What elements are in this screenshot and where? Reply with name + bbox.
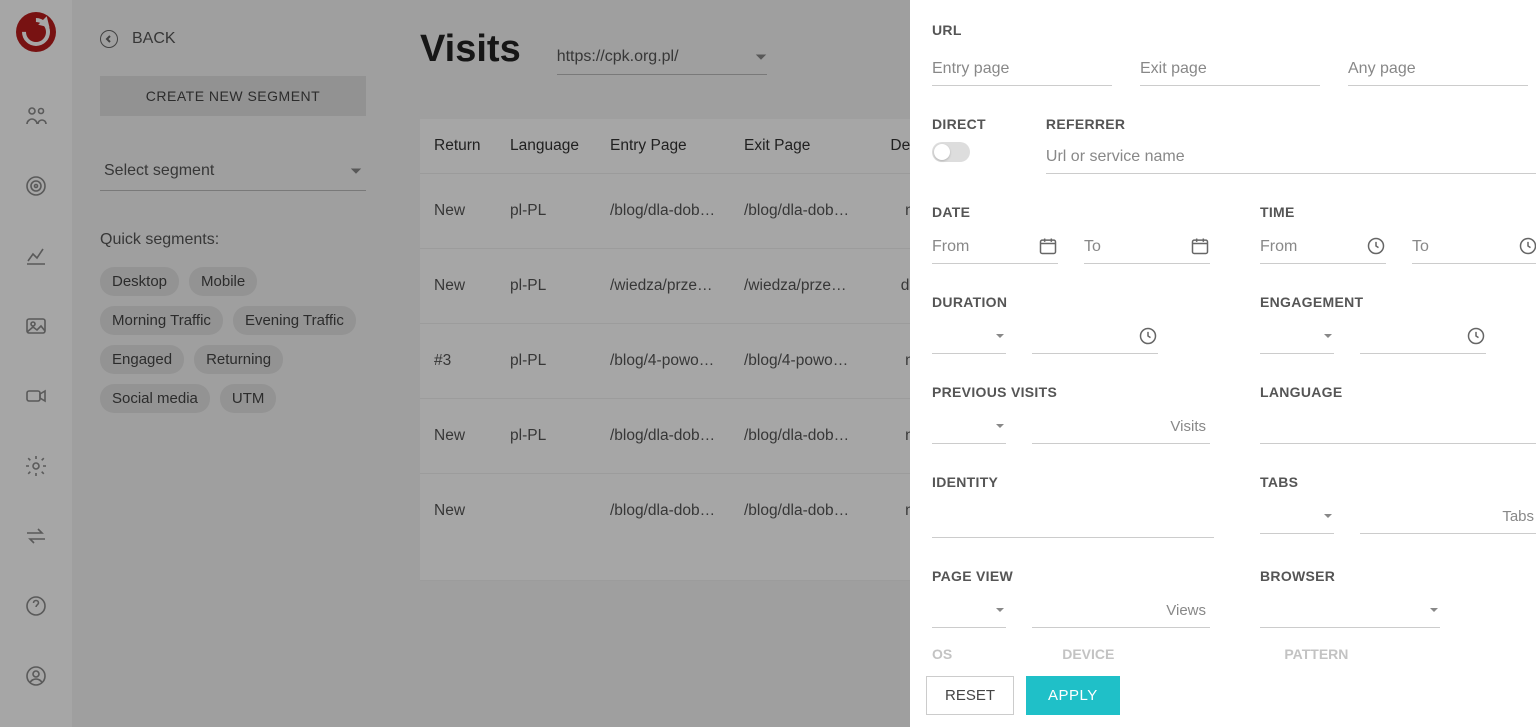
pageview-label: PAGE VIEW — [932, 568, 1214, 584]
referrer-input[interactable] — [1046, 140, 1536, 174]
duration-label: DURATION — [932, 294, 1214, 310]
direct-toggle[interactable] — [932, 142, 970, 162]
pageview-operator-select[interactable] — [932, 594, 1006, 628]
filter-drawer: URL DIRECT REFERRER DATE TIME — [910, 0, 1536, 727]
url-section-label: URL — [932, 22, 1536, 38]
device-label: DEVICE — [1062, 646, 1114, 662]
language-label: LANGUAGE — [1260, 384, 1536, 400]
duration-operator-select[interactable] — [932, 320, 1006, 354]
calendar-icon[interactable] — [1190, 236, 1210, 256]
referrer-label: REFERRER — [1046, 116, 1536, 132]
chevron-down-icon — [1428, 604, 1440, 616]
prev-visits-operator-select[interactable] — [932, 410, 1006, 444]
identity-input[interactable] — [932, 504, 1214, 538]
time-label: TIME — [1260, 204, 1536, 220]
tabs-label: TABS — [1260, 474, 1536, 490]
clock-icon[interactable] — [1366, 236, 1386, 256]
any-page-input[interactable] — [1348, 52, 1528, 86]
browser-label: BROWSER — [1260, 568, 1536, 584]
engagement-label: ENGAGEMENT — [1260, 294, 1536, 310]
date-label: DATE — [932, 204, 1214, 220]
calendar-icon[interactable] — [1038, 236, 1058, 256]
entry-page-input[interactable] — [932, 52, 1112, 86]
engagement-operator-select[interactable] — [1260, 320, 1334, 354]
apply-button[interactable]: APPLY — [1026, 676, 1120, 715]
clock-icon[interactable] — [1138, 326, 1158, 346]
reset-button[interactable]: RESET — [926, 676, 1014, 715]
clock-icon[interactable] — [1466, 326, 1486, 346]
tabs-suffix: Tabs — [1502, 508, 1534, 525]
browser-select[interactable] — [1260, 594, 1440, 628]
visits-suffix: Visits — [1170, 418, 1206, 435]
clock-icon[interactable] — [1518, 236, 1536, 256]
os-label: OS — [932, 646, 952, 662]
pattern-label: PATTERN — [1284, 646, 1348, 662]
language-input[interactable] — [1260, 410, 1536, 444]
tabs-operator-select[interactable] — [1260, 500, 1334, 534]
identity-label: IDENTITY — [932, 474, 1214, 490]
backdrop-overlay[interactable] — [0, 0, 910, 727]
direct-label: DIRECT — [932, 116, 986, 132]
exit-page-input[interactable] — [1140, 52, 1320, 86]
prev-visits-label: PREVIOUS VISITS — [932, 384, 1214, 400]
views-suffix: Views — [1166, 602, 1206, 619]
